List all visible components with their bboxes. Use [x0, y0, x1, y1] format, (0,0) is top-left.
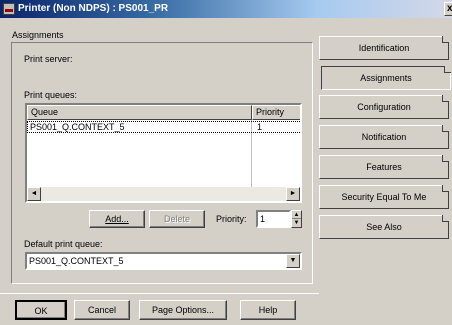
close-button[interactable]: x — [444, 2, 452, 16]
tab-configuration[interactable]: Configuration — [319, 95, 449, 119]
section-title: Assignments — [12, 30, 64, 40]
window-title: Printer (Non NDPS) : PS001_PR — [18, 3, 169, 14]
default-queue-value: PS001_Q.CONTEXT_5 — [29, 256, 124, 266]
horizontal-scrollbar[interactable]: ◄ ► — [27, 187, 300, 201]
cancel-button[interactable]: Cancel — [74, 300, 130, 320]
default-queue-select[interactable]: PS001_Q.CONTEXT_5 ▼ — [25, 252, 302, 270]
column-header-queue[interactable]: Queue — [27, 105, 252, 120]
print-server-label: Print server: — [24, 54, 73, 64]
scroll-right-icon[interactable]: ► — [286, 187, 300, 201]
list-item[interactable]: PS001_Q.CONTEXT_5 1 — [27, 121, 300, 133]
default-queue-label: Default print queue: — [24, 239, 103, 249]
spin-up-icon[interactable]: ▲ — [292, 211, 301, 219]
help-button[interactable]: Help — [240, 300, 296, 320]
column-header-priority[interactable]: Priority — [252, 105, 300, 120]
printer-properties-dialog: Printer (Non NDPS) : PS001_PR x Assignme… — [0, 0, 452, 325]
priority-spinner[interactable]: ▲ ▼ — [291, 210, 302, 228]
page-options-button[interactable]: Page Options... — [139, 300, 227, 320]
page-tabs: Identification Assignments Configuration… — [319, 32, 452, 325]
tab-notification[interactable]: Notification — [319, 125, 449, 149]
priority-input[interactable]: 1 — [256, 210, 291, 228]
queue-cell: PS001_Q.CONTEXT_5 — [30, 122, 125, 132]
delete-button[interactable]: Delete — [149, 210, 205, 228]
priority-label: Priority: — [216, 214, 247, 224]
chevron-down-icon[interactable]: ▼ — [286, 254, 300, 268]
add-button-label: Add... — [105, 214, 129, 224]
spin-down-icon[interactable]: ▼ — [292, 219, 301, 227]
scroll-left-icon[interactable]: ◄ — [27, 187, 41, 201]
tab-see-also[interactable]: See Also — [319, 215, 449, 239]
tab-features[interactable]: Features — [319, 155, 449, 179]
title-bar: Printer (Non NDPS) : PS001_PR x — [0, 0, 452, 18]
printer-icon — [3, 3, 15, 15]
print-queues-label: Print queues: — [24, 90, 78, 100]
ok-button[interactable]: OK — [15, 300, 67, 320]
tab-identification[interactable]: Identification — [319, 36, 449, 60]
print-queues-list[interactable]: Queue Priority PS001_Q.CONTEXT_5 1 ◄ ► — [25, 103, 302, 203]
priority-cell: 1 — [257, 122, 263, 132]
add-button[interactable]: Add... — [89, 210, 145, 228]
tab-security-equal-to-me[interactable]: Security Equal To Me — [319, 185, 449, 209]
tab-assignments[interactable]: Assignments — [321, 66, 451, 90]
